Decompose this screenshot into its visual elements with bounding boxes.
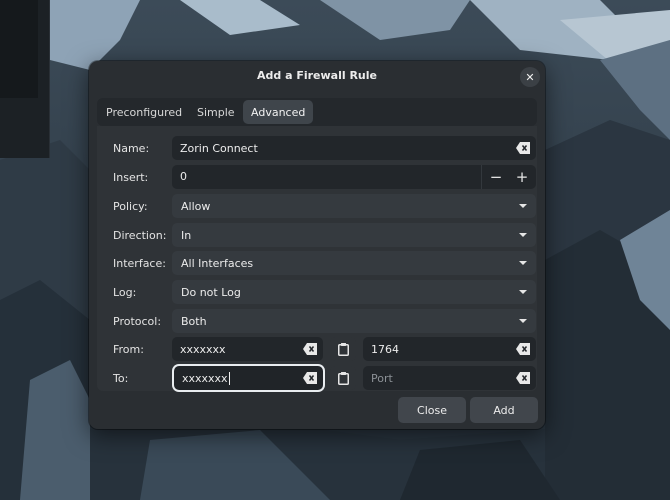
- tab-bar: Preconfigured Simple Advanced: [97, 98, 537, 126]
- name-label: Name:: [113, 141, 150, 155]
- chevron-down-icon: [519, 319, 527, 323]
- log-dropdown[interactable]: Do not Log: [172, 280, 536, 304]
- add-button[interactable]: Add: [470, 397, 538, 423]
- log-value: Do not Log: [181, 285, 241, 299]
- from-label: From:: [113, 342, 144, 356]
- direction-value: In: [181, 228, 192, 242]
- from-address-field[interactable]: xxxxxxx: [172, 337, 323, 361]
- from-port-value: 1764: [371, 342, 399, 356]
- direction-dropdown[interactable]: In: [172, 223, 536, 247]
- tab-preconfigured[interactable]: Preconfigured: [98, 100, 190, 124]
- clipboard-icon: [337, 371, 349, 385]
- policy-dropdown[interactable]: Allow: [172, 194, 536, 218]
- chevron-down-icon: [519, 290, 527, 294]
- insert-value[interactable]: 0: [180, 170, 187, 183]
- direction-label: Direction:: [113, 228, 167, 242]
- chevron-down-icon: [519, 204, 527, 208]
- to-address-field[interactable]: xxxxxxx: [174, 366, 323, 390]
- tab-advanced[interactable]: Advanced: [243, 100, 314, 124]
- insert-decrement-button[interactable]: −: [483, 165, 509, 189]
- text-cursor: [228, 371, 230, 385]
- spin-divider: [481, 165, 482, 189]
- insert-label: Insert:: [113, 170, 149, 184]
- chevron-down-icon: [519, 233, 527, 237]
- edit-clear-icon[interactable]: [516, 372, 530, 384]
- policy-value: Allow: [181, 199, 211, 213]
- to-port-field[interactable]: Port: [363, 366, 536, 390]
- interface-label: Interface:: [113, 256, 166, 270]
- close-icon[interactable]: ✕: [520, 67, 540, 87]
- name-field[interactable]: Zorin Connect: [172, 136, 536, 160]
- dialog-title: Add a Firewall Rule: [256, 69, 377, 82]
- from-paste-button[interactable]: [330, 337, 356, 361]
- edit-clear-icon[interactable]: [303, 372, 317, 384]
- to-address-value: xxxxxxx: [182, 371, 228, 385]
- from-address-value: xxxxxxx: [180, 342, 226, 356]
- to-paste-button[interactable]: [330, 366, 356, 390]
- from-port-field[interactable]: 1764: [363, 337, 536, 361]
- to-label: To:: [113, 371, 129, 385]
- edit-clear-icon[interactable]: [516, 343, 530, 355]
- chevron-down-icon: [519, 261, 527, 265]
- name-value: Zorin Connect: [180, 141, 258, 155]
- background-window-sidebar: [0, 0, 38, 98]
- clipboard-icon: [337, 342, 349, 356]
- log-label: Log:: [113, 285, 137, 299]
- policy-label: Policy:: [113, 199, 148, 213]
- tab-simple[interactable]: Simple: [189, 100, 243, 124]
- protocol-value: Both: [181, 314, 207, 328]
- to-port-placeholder: Port: [371, 371, 393, 385]
- insert-spinbutton: 0 − +: [172, 165, 536, 189]
- protocol-label: Protocol:: [113, 314, 162, 328]
- edit-clear-icon[interactable]: [303, 343, 317, 355]
- edit-clear-icon[interactable]: [516, 142, 530, 154]
- interface-value: All Interfaces: [181, 256, 254, 270]
- add-firewall-rule-dialog: Add a Firewall Rule ✕ Preconfigured Simp…: [89, 61, 545, 429]
- background-window: [0, 0, 50, 158]
- advanced-tab-content: Name: Zorin Connect Insert: 0 − + Policy…: [97, 126, 537, 391]
- close-button[interactable]: Close: [398, 397, 466, 423]
- protocol-dropdown[interactable]: Both: [172, 309, 536, 333]
- interface-dropdown[interactable]: All Interfaces: [172, 251, 536, 275]
- insert-increment-button[interactable]: +: [509, 165, 535, 189]
